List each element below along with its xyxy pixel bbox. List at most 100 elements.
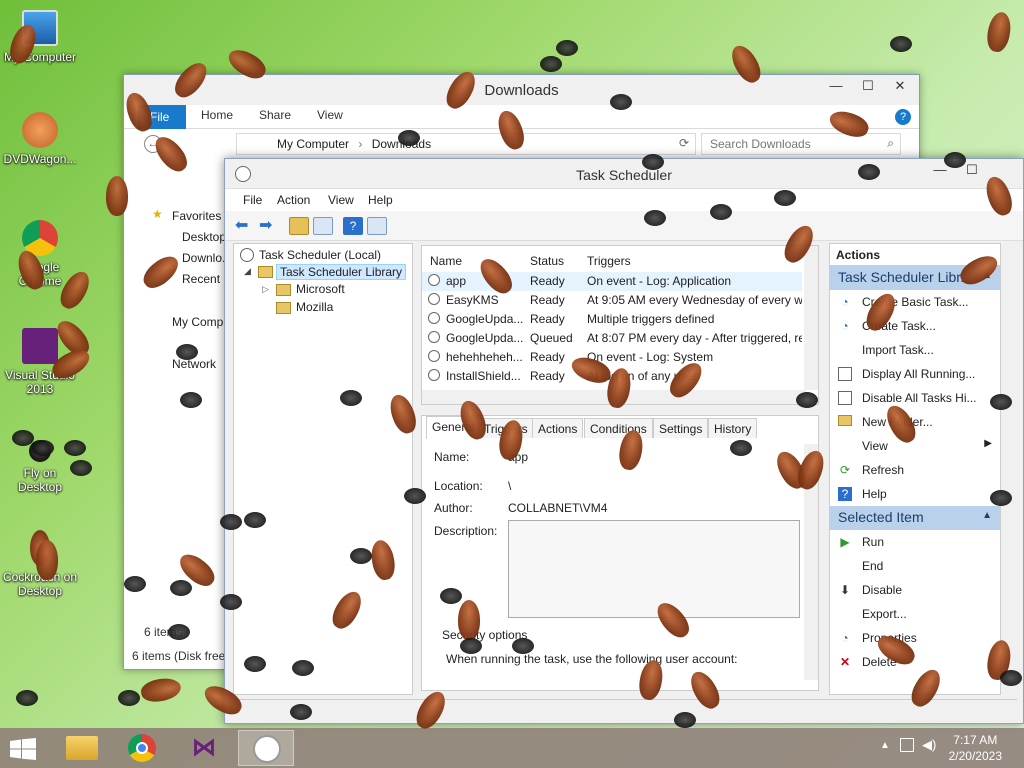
nav-desktop[interactable]: Desktop xyxy=(182,230,226,244)
ts-titlebar[interactable]: Task Scheduler ☐ — xyxy=(225,159,1023,189)
refresh-icon[interactable]: ⟳ xyxy=(679,136,689,150)
actions-pane: Actions Task Scheduler Libr... ▲ ◔Create… xyxy=(829,243,1001,695)
tab-view[interactable]: View xyxy=(317,108,343,122)
show-hide-action-pane-icon[interactable] xyxy=(367,217,387,235)
display-running-icon xyxy=(838,367,852,381)
nav-network[interactable]: Network xyxy=(172,357,216,371)
tab-history[interactable]: History xyxy=(708,418,758,438)
tab-settings[interactable]: Settings xyxy=(653,418,709,438)
network-icon[interactable] xyxy=(900,738,914,752)
chrome-center xyxy=(136,742,148,754)
fly-sprite xyxy=(220,594,242,610)
minimize-button[interactable]: — xyxy=(821,75,851,97)
column-header-triggers[interactable]: Triggers xyxy=(587,254,631,268)
task-name: GoogleUpda... xyxy=(446,331,524,345)
menu-view[interactable]: View xyxy=(328,193,354,207)
folder-icon xyxy=(258,266,273,278)
fly-sprite xyxy=(644,210,666,226)
tree-library[interactable]: Task Scheduler Library xyxy=(276,264,407,280)
tree-item-mozilla[interactable]: Mozilla xyxy=(296,300,333,314)
column-header-name[interactable]: Name xyxy=(430,254,462,268)
help-icon[interactable]: ? xyxy=(343,217,363,235)
menu-file[interactable]: File xyxy=(243,193,262,207)
tab-conditions[interactable]: Conditions xyxy=(584,418,653,438)
address-bar[interactable]: My Computer › Downloads ⟳ xyxy=(236,133,696,155)
action-create-basic-task[interactable]: ◔ Create Basic Task... xyxy=(830,290,1000,314)
taskbar-chrome[interactable] xyxy=(114,730,170,766)
action-properties[interactable]: ◔Properties xyxy=(830,626,1000,650)
task-status: Ready xyxy=(530,369,565,383)
expand-icon[interactable]: ▷ xyxy=(262,284,269,295)
action-delete[interactable]: ✕ Delete xyxy=(830,650,1000,674)
tab-actions[interactable]: Actions xyxy=(532,418,584,438)
action-disable-history[interactable]: Disable All Tasks Hi... xyxy=(830,386,1000,410)
action-label: Export... xyxy=(862,607,907,621)
column-header-status[interactable]: Status xyxy=(530,254,564,268)
create-task-icon: ◔ xyxy=(841,319,849,333)
table-row[interactable]: EasyKMS Ready At 9:05 AM every Wednesday… xyxy=(422,291,802,310)
start-button[interactable] xyxy=(10,738,36,760)
help-icon[interactable]: ? xyxy=(895,109,911,125)
up-folder-icon[interactable] xyxy=(289,217,309,235)
fly-sprite xyxy=(32,440,54,456)
fly-sprite xyxy=(340,390,362,406)
action-end[interactable]: End xyxy=(830,554,1000,578)
tree-root[interactable]: Task Scheduler (Local) xyxy=(259,248,381,262)
show-hide-tree-icon[interactable] xyxy=(313,217,333,235)
cockroach-sprite xyxy=(106,176,128,216)
action-run[interactable]: ▶ Run xyxy=(830,530,1000,554)
forward-arrow-icon[interactable]: ➡ xyxy=(259,217,279,235)
taskbar-file-explorer[interactable] xyxy=(54,730,110,766)
menu-help[interactable]: Help xyxy=(368,193,393,207)
volume-icon[interactable]: ◀) xyxy=(922,737,936,753)
nav-favorites[interactable]: Favorites xyxy=(172,209,221,223)
table-row[interactable]: hehehheheh... Ready On event - Log: Syst… xyxy=(422,348,802,367)
expand-icon[interactable]: ◢ xyxy=(244,266,251,277)
search-input[interactable]: Search Downloads ⌕ xyxy=(701,133,901,155)
clock[interactable]: 7:17 AM 2/20/2023 xyxy=(949,732,1002,764)
tree-item-microsoft[interactable]: Microsoft xyxy=(296,282,345,296)
fly-sprite xyxy=(990,490,1012,506)
tray-chevron-icon[interactable]: ▲ xyxy=(880,740,890,751)
action-display-running[interactable]: Display All Running... xyxy=(830,362,1000,386)
properties-icon: ◔ xyxy=(841,631,849,645)
action-help[interactable]: ? Help xyxy=(830,482,1000,506)
table-row[interactable]: app Ready On event - Log: Application xyxy=(422,272,802,291)
action-import-task[interactable]: Import Task... xyxy=(830,338,1000,362)
list-scrollbar[interactable] xyxy=(804,246,818,390)
action-disable[interactable]: ⬇ Disable xyxy=(830,578,1000,602)
close-button[interactable]: ✕ xyxy=(885,75,915,97)
back-arrow-icon[interactable]: ⬅ xyxy=(235,217,255,235)
explorer-titlebar[interactable]: Downloads ✕ ☐ — xyxy=(124,75,919,105)
menu-action[interactable]: Action xyxy=(277,193,310,207)
tab-share[interactable]: Share xyxy=(259,108,291,122)
description-field[interactable] xyxy=(508,520,800,618)
fly-sprite xyxy=(124,576,146,592)
task-trigger: At 9:05 AM every Wednesday of every we xyxy=(587,293,802,307)
breadcrumb-mycomputer[interactable]: My Computer xyxy=(277,137,349,151)
export-icon xyxy=(838,607,852,621)
desktop-icon-dvdwagon[interactable]: DVDWagon... xyxy=(0,112,80,166)
taskbar-visual-studio[interactable]: ⋈ xyxy=(176,730,232,766)
action-label: End xyxy=(862,559,884,573)
fly-sprite xyxy=(556,40,578,56)
maximize-button[interactable]: ☐ xyxy=(853,75,883,97)
actions-section-selected-item[interactable]: Selected Item ▲ xyxy=(830,506,1000,530)
fly-sprite xyxy=(292,660,314,676)
action-refresh[interactable]: ⟳ Refresh xyxy=(830,458,1000,482)
search-icon[interactable]: ⌕ xyxy=(887,136,894,151)
table-row[interactable]: GoogleUpda... Queued At 8:07 PM every da… xyxy=(422,329,802,348)
taskbar-task-scheduler[interactable] xyxy=(238,730,294,766)
fly-sprite xyxy=(774,190,796,206)
tab-home[interactable]: Home xyxy=(201,108,233,122)
task-trigger: Multiple triggers defined xyxy=(587,312,715,326)
action-export[interactable]: Export... xyxy=(830,602,1000,626)
clock-date: 2/20/2023 xyxy=(948,749,1002,763)
task-status: Ready xyxy=(530,274,565,288)
action-create-task[interactable]: ◔ Create Task... xyxy=(830,314,1000,338)
folder-icon xyxy=(276,302,291,314)
action-view[interactable]: View ▶ xyxy=(830,434,1000,458)
collapse-icon[interactable]: ▲ xyxy=(982,510,992,521)
fly-sprite xyxy=(168,624,190,640)
table-row[interactable]: GoogleUpda... Ready Multiple triggers de… xyxy=(422,310,802,329)
